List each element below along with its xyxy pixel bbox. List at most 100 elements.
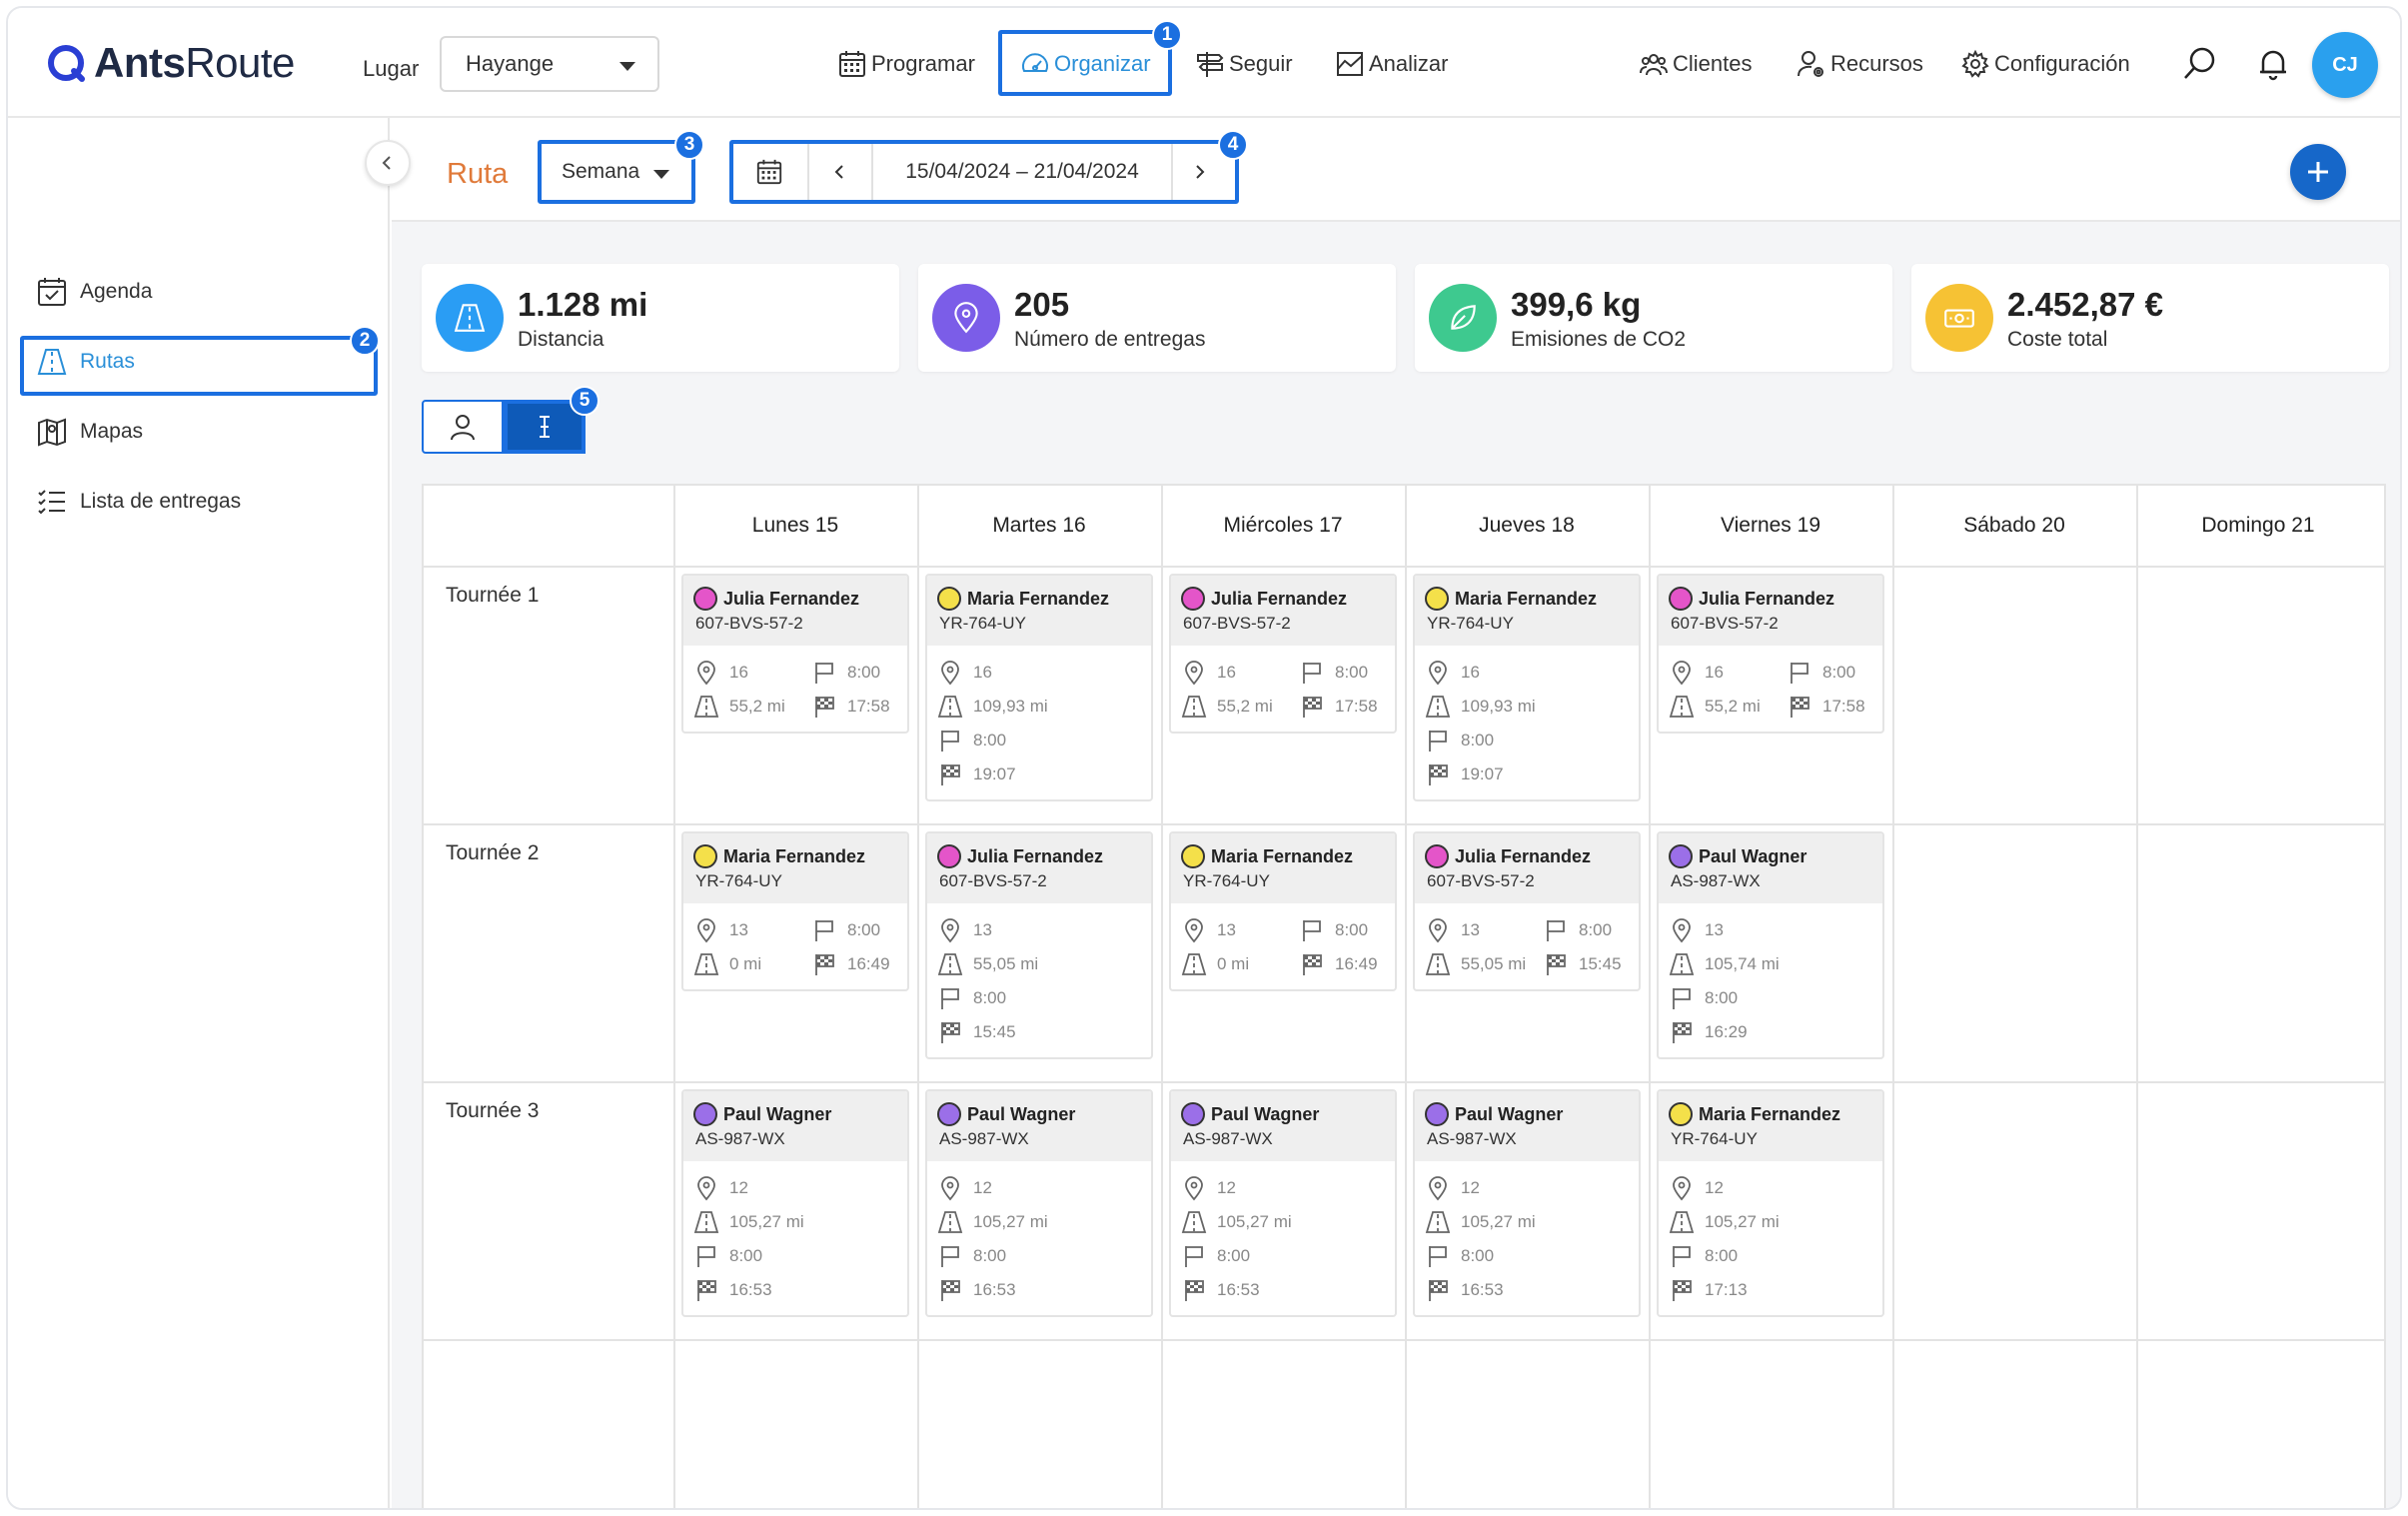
stops-line: 12 (693, 1171, 897, 1205)
route-distance: 55,05 mi (1461, 954, 1527, 973)
pin-icon (1673, 661, 1691, 686)
route-card[interactable]: Paul Wagner AS-987-WX 12 105,27 mi 8:00 16:53 (925, 1089, 1153, 1317)
pin-icon (1185, 1176, 1203, 1201)
nav-programar[interactable]: Programar (837, 46, 975, 82)
route-card[interactable]: Maria Fernandez YR-764-UY 16 109,93 mi 8:00 1… (1413, 574, 1641, 801)
lugar-select[interactable]: Hayange (440, 36, 659, 92)
distance-line: 55,05 mi 15:45 (1425, 947, 1629, 981)
route-card[interactable]: Paul Wagner AS-987-WX 12 105,27 mi 8:00 16:53 (1169, 1089, 1397, 1317)
route-card[interactable]: Julia Fernandez 607-BVS-57-2 16 8:00 55,2 mi… (1169, 574, 1397, 734)
road-icon (693, 953, 719, 975)
end-line: 17:13 (1669, 1273, 1872, 1307)
route-card-header: Maria Fernandez YR-764-UY (1415, 576, 1639, 646)
vehicle-plate: AS-987-WX (1427, 1129, 1517, 1148)
nav-seguir[interactable]: Seguir (1195, 46, 1293, 82)
route-distance: 105,74 mi (1705, 954, 1780, 973)
pin-icon (697, 1176, 715, 1201)
start-line: 8:00 (937, 981, 1141, 1015)
road-icon (1181, 1211, 1207, 1233)
flag-icon (815, 663, 833, 684)
tour-label: Tournée 2 (446, 841, 540, 864)
annotation-badge-1: 1 (1152, 20, 1182, 50)
grid-row-divider (424, 823, 2384, 825)
route-card[interactable]: Maria Fernandez YR-764-UY 13 8:00 0 mi 16:49 (1169, 831, 1397, 991)
nav-clientes[interactable]: Clientes (1639, 46, 1752, 82)
vehicle-plate: AS-987-WX (695, 1129, 785, 1148)
route-card[interactable]: Julia Fernandez 607-BVS-57-2 16 8:00 55,2 mi… (1657, 574, 1884, 734)
route-card-header: Maria Fernandez YR-764-UY (1171, 833, 1395, 903)
stops-line: 16 8:00 (1181, 656, 1385, 690)
driver-color-dot (1181, 587, 1205, 611)
collapse-sidebar-button[interactable] (365, 140, 411, 186)
calendar-check-icon (38, 278, 66, 306)
stops-count: 16 (1705, 663, 1724, 682)
search-icon[interactable] (2180, 44, 2220, 84)
vehicle-plate: 607-BVS-57-2 (695, 614, 803, 633)
route-card[interactable]: Paul Wagner AS-987-WX 12 105,27 mi 8:00 16:53 (1413, 1089, 1641, 1317)
road-icon (693, 1211, 719, 1233)
add-route-button[interactable] (2290, 144, 2346, 200)
route-card-body: 16 109,93 mi 8:00 19:07 (1415, 646, 1639, 799)
route-distance: 105,27 mi (1705, 1212, 1780, 1231)
sidebar-item-lista-de-entregas[interactable]: Lista de entregas (36, 482, 241, 522)
route-card[interactable]: Paul Wagner AS-987-WX 12 105,27 mi 8:00 16:53 (681, 1089, 909, 1317)
driver-name: Julia Fernandez (1181, 586, 1385, 612)
driver-name: Maria Fernandez (693, 843, 897, 869)
grid-column-divider (1405, 486, 1407, 1508)
day-header: Miércoles 17 (1223, 514, 1343, 537)
driver-name: Paul Wagner (1669, 843, 1872, 869)
driver-name: Maria Fernandez (1425, 586, 1629, 612)
route-card[interactable]: Paul Wagner AS-987-WX 13 105,74 mi 8:00 16:29 (1657, 831, 1884, 1059)
route-card-body: 12 105,27 mi 8:00 17:13 (1659, 1161, 1882, 1315)
stops-count: 16 (973, 663, 992, 682)
start-time: 8:00 (847, 920, 881, 939)
nav-analizar[interactable]: Analizar (1335, 46, 1448, 82)
route-card[interactable]: Maria Fernandez YR-764-UY 13 8:00 0 mi 16:49 (681, 831, 909, 991)
checkered-flag-icon (1303, 954, 1322, 975)
route-card-header: Paul Wagner AS-987-WX (1659, 833, 1882, 903)
distance-line: 105,27 mi (1181, 1205, 1385, 1239)
end-line: 16:53 (1425, 1273, 1629, 1307)
route-distance: 105,27 mi (1217, 1212, 1292, 1231)
route-distance: 0 mi (1217, 954, 1250, 973)
nav-label: Analizar (1369, 51, 1449, 76)
stops-count: 13 (1461, 920, 1480, 939)
sidebar-item-mapas[interactable]: Mapas (36, 412, 143, 452)
map-icon (38, 418, 66, 447)
logo[interactable]: AntsRoute (46, 38, 295, 88)
grid-column-divider (1892, 486, 1894, 1508)
pin-icon (1429, 918, 1447, 943)
avatar[interactable]: CJ (2312, 32, 2378, 98)
driver-name: Paul Wagner (937, 1101, 1141, 1127)
chevron-left-icon (382, 156, 391, 170)
pin-icon (1673, 1176, 1691, 1201)
route-card[interactable]: Maria Fernandez YR-764-UY 12 105,27 mi 8:00 1… (1657, 1089, 1884, 1317)
pin-icon (1429, 1176, 1447, 1201)
stops-count: 13 (729, 920, 748, 939)
stops-count: 12 (1217, 1178, 1236, 1197)
route-card[interactable]: Julia Fernandez 607-BVS-57-2 13 55,05 mi 8:0… (925, 831, 1153, 1059)
grid-row-divider (424, 1081, 2384, 1083)
start-time: 8:00 (1217, 1246, 1251, 1265)
stops-line: 13 8:00 (1425, 913, 1629, 947)
driver-name: Paul Wagner (693, 1101, 897, 1127)
route-card[interactable]: Julia Fernandez 607-BVS-57-2 16 8:00 55,2 mi… (681, 574, 909, 734)
nav-configuracion[interactable]: Configuración (1960, 46, 2130, 82)
end-time: 16:53 (1217, 1280, 1260, 1299)
sidebar-item-agenda[interactable]: Agenda (36, 272, 152, 312)
annotation-badge-3: 3 (674, 130, 704, 160)
route-card-body: 13 8:00 0 mi 16:49 (683, 903, 907, 989)
checkered-flag-icon (1547, 954, 1566, 975)
route-card[interactable]: Julia Fernandez 607-BVS-57-2 13 8:00 55,05 m… (1413, 831, 1641, 991)
vehicle-plate: 607-BVS-57-2 (939, 871, 1047, 890)
driver-color-dot (693, 1102, 717, 1126)
nav-recursos[interactable]: Recursos (1797, 46, 1923, 82)
route-card[interactable]: Maria Fernandez YR-764-UY 16 109,93 mi 8:00 1… (925, 574, 1153, 801)
driver-color-dot (1425, 844, 1449, 868)
driver-name-text: Paul Wagner (1455, 1103, 1564, 1124)
bell-icon[interactable] (2253, 44, 2293, 84)
end-time: 15:45 (973, 1022, 1016, 1041)
end-time: 16:53 (1461, 1280, 1504, 1299)
start-line: 8:00 (1425, 1239, 1629, 1273)
view-by-resource-button[interactable] (422, 400, 504, 454)
